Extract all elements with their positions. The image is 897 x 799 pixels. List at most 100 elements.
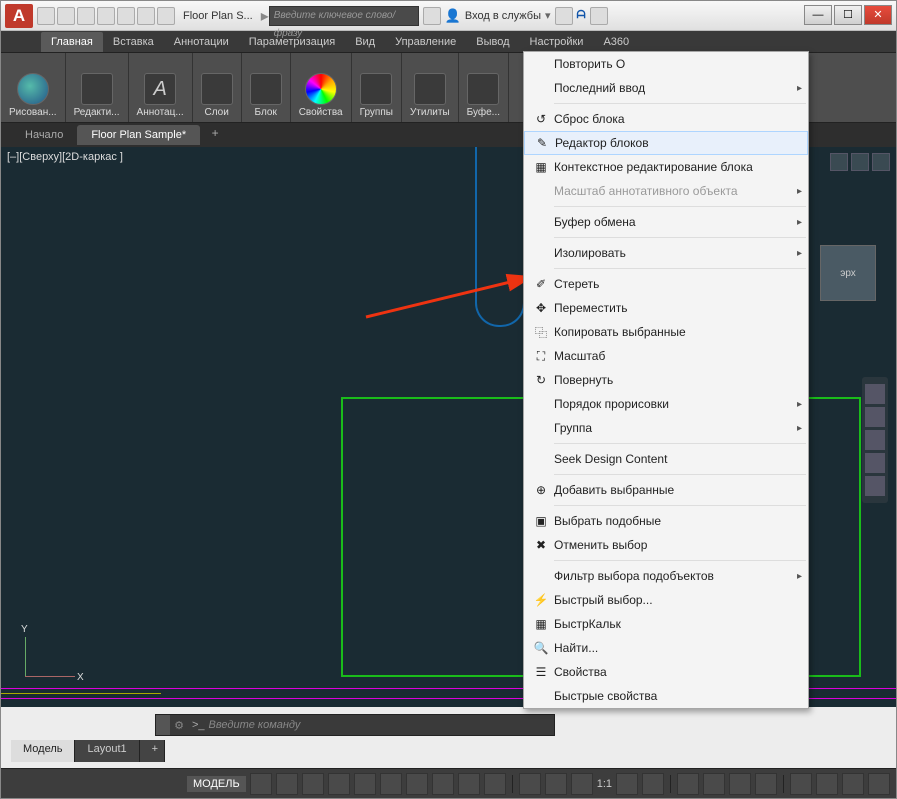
tab-home[interactable]: Главная — [41, 32, 103, 52]
sb-annovis-icon[interactable] — [642, 773, 664, 795]
ctx-quick-props[interactable]: Быстрые свойства — [524, 684, 808, 708]
qat-undo-icon[interactable] — [137, 7, 155, 25]
ctx-clipboard[interactable]: Буфер обмена — [524, 210, 808, 234]
sb-workspace-icon[interactable] — [677, 773, 699, 795]
tab-a360[interactable]: A360 — [593, 32, 639, 52]
signin-link[interactable]: Вход в службы — [465, 10, 541, 22]
qat-new-icon[interactable] — [37, 7, 55, 25]
sb-units-icon[interactable] — [703, 773, 725, 795]
nav-zoom-icon[interactable] — [865, 430, 885, 450]
panel-groups[interactable]: Группы — [352, 53, 402, 122]
ctx-select-similar[interactable]: ▣Выбрать подобные — [524, 509, 808, 533]
sb-isolate-icon[interactable] — [816, 773, 838, 795]
cmdbar-customize-icon[interactable]: ⚙ — [170, 719, 188, 732]
nav-orbit-icon[interactable] — [865, 453, 885, 473]
sb-isodraft-icon[interactable] — [354, 773, 376, 795]
ctx-block-editor[interactable]: ✎Редактор блоков — [524, 131, 808, 155]
viewcube[interactable]: эрх — [820, 245, 876, 301]
sb-cycling-icon[interactable] — [519, 773, 541, 795]
a360-icon[interactable]: ᗩ — [577, 9, 586, 22]
sb-customize-icon[interactable] — [868, 773, 890, 795]
sb-hwacc-icon[interactable] — [790, 773, 812, 795]
tab-output[interactable]: Вывод — [466, 32, 519, 52]
panel-utilities[interactable]: Утилиты — [402, 53, 459, 122]
sb-cleanscreen-icon[interactable] — [842, 773, 864, 795]
qat-open-icon[interactable] — [57, 7, 75, 25]
doc-tab-file[interactable]: Floor Plan Sample* — [77, 125, 200, 145]
tab-layout1[interactable]: Layout1 — [75, 740, 139, 762]
panel-block[interactable]: Блок — [242, 53, 291, 122]
drawing-object-clip[interactable] — [475, 147, 525, 327]
panel-draw[interactable]: Рисован... — [1, 53, 66, 122]
tab-parametric[interactable]: Параметризация — [239, 32, 345, 52]
vp-close-icon[interactable] — [872, 153, 890, 171]
ctx-last-input[interactable]: Последний ввод — [524, 76, 808, 100]
ctx-erase[interactable]: ✐Стереть — [524, 272, 808, 296]
help-search-input[interactable]: Введите ключевое слово/фразу — [269, 6, 419, 26]
sb-ortho-icon[interactable] — [302, 773, 324, 795]
app-icon[interactable]: A — [5, 4, 33, 28]
qat-print-icon[interactable] — [117, 7, 135, 25]
add-doc-tab[interactable]: + — [206, 126, 224, 144]
tab-settings[interactable]: Настройки — [520, 32, 594, 52]
ctx-deselect[interactable]: ✖Отменить выбор — [524, 533, 808, 557]
ctx-repeat[interactable]: Повторить О — [524, 52, 808, 76]
sb-polar-icon[interactable] — [328, 773, 350, 795]
exchange-icon[interactable] — [555, 7, 573, 25]
tab-manage[interactable]: Управление — [385, 32, 466, 52]
ctx-edit-in-place[interactable]: ▦Контекстное редактирование блока — [524, 155, 808, 179]
sb-modelspace[interactable]: МОДЕЛЬ — [187, 776, 246, 792]
close-button[interactable]: ✕ — [864, 5, 892, 25]
sb-gear-icon[interactable] — [616, 773, 638, 795]
maximize-button[interactable]: ☐ — [834, 5, 862, 25]
nav-pan-icon[interactable] — [865, 407, 885, 427]
ctx-reset-block[interactable]: ↺Сброс блока — [524, 107, 808, 131]
command-line[interactable]: ⚙ >_ Введите команду — [155, 714, 555, 736]
ctx-properties[interactable]: ☰Свойства — [524, 660, 808, 684]
ctx-add-selected[interactable]: ⊕Добавить выбранные — [524, 478, 808, 502]
ctx-isolate[interactable]: Изолировать — [524, 241, 808, 265]
ctx-subobj-filter[interactable]: Фильтр выбора подобъектов — [524, 564, 808, 588]
cmdbar-grip[interactable] — [156, 715, 170, 735]
doc-tab-start[interactable]: Начало — [11, 125, 77, 145]
ctx-scale[interactable]: ⛶Масштаб — [524, 344, 808, 368]
sb-lineweight-icon[interactable] — [458, 773, 480, 795]
ctx-copy[interactable]: ⿻Копировать выбранные — [524, 320, 808, 344]
panel-annotation[interactable]: A Аннотац... — [129, 53, 193, 122]
tab-view[interactable]: Вид — [345, 32, 385, 52]
ctx-draworder[interactable]: Порядок прорисовки — [524, 392, 808, 416]
ctx-move[interactable]: ✥Переместить — [524, 296, 808, 320]
ctx-quick-select[interactable]: ⚡Быстрый выбор... — [524, 588, 808, 612]
vp-maximize-icon[interactable] — [851, 153, 869, 171]
tab-insert[interactable]: Вставка — [103, 32, 164, 52]
minimize-button[interactable]: — — [804, 5, 832, 25]
infocenter-search-icon[interactable] — [423, 7, 441, 25]
tab-model[interactable]: Модель — [11, 740, 75, 762]
sb-grid-icon[interactable] — [250, 773, 272, 795]
ctx-rotate[interactable]: ↻Повернуть — [524, 368, 808, 392]
panel-properties[interactable]: Свойства — [291, 53, 352, 122]
nav-steering-icon[interactable] — [865, 384, 885, 404]
qat-saveas-icon[interactable] — [97, 7, 115, 25]
sb-lockui-icon[interactable] — [755, 773, 777, 795]
sb-osnap-icon[interactable] — [380, 773, 402, 795]
help-icon[interactable] — [590, 7, 608, 25]
qat-redo-icon[interactable] — [157, 7, 175, 25]
sb-annoscale-icon[interactable] — [571, 773, 593, 795]
viewport-controls[interactable]: [–][Сверху][2D-каркас ] — [7, 151, 123, 163]
sb-3dosnap-icon[interactable] — [406, 773, 428, 795]
sb-quickprops-icon[interactable] — [729, 773, 751, 795]
tab-annotate[interactable]: Аннотации — [164, 32, 239, 52]
sb-annomonitor-icon[interactable] — [545, 773, 567, 795]
ctx-seek[interactable]: Seek Design Content — [524, 447, 808, 471]
panel-modify[interactable]: Редакти... — [66, 53, 129, 122]
sb-otrack-icon[interactable] — [432, 773, 454, 795]
vp-minimize-icon[interactable] — [830, 153, 848, 171]
qat-save-icon[interactable] — [77, 7, 95, 25]
add-layout-tab[interactable]: + — [140, 740, 165, 762]
ctx-group[interactable]: Группа — [524, 416, 808, 440]
sb-snap-icon[interactable] — [276, 773, 298, 795]
sb-scale-label[interactable]: 1:1 — [597, 778, 612, 790]
ctx-quickcalc[interactable]: ▦БыстрКальк — [524, 612, 808, 636]
ctx-find[interactable]: 🔍Найти... — [524, 636, 808, 660]
